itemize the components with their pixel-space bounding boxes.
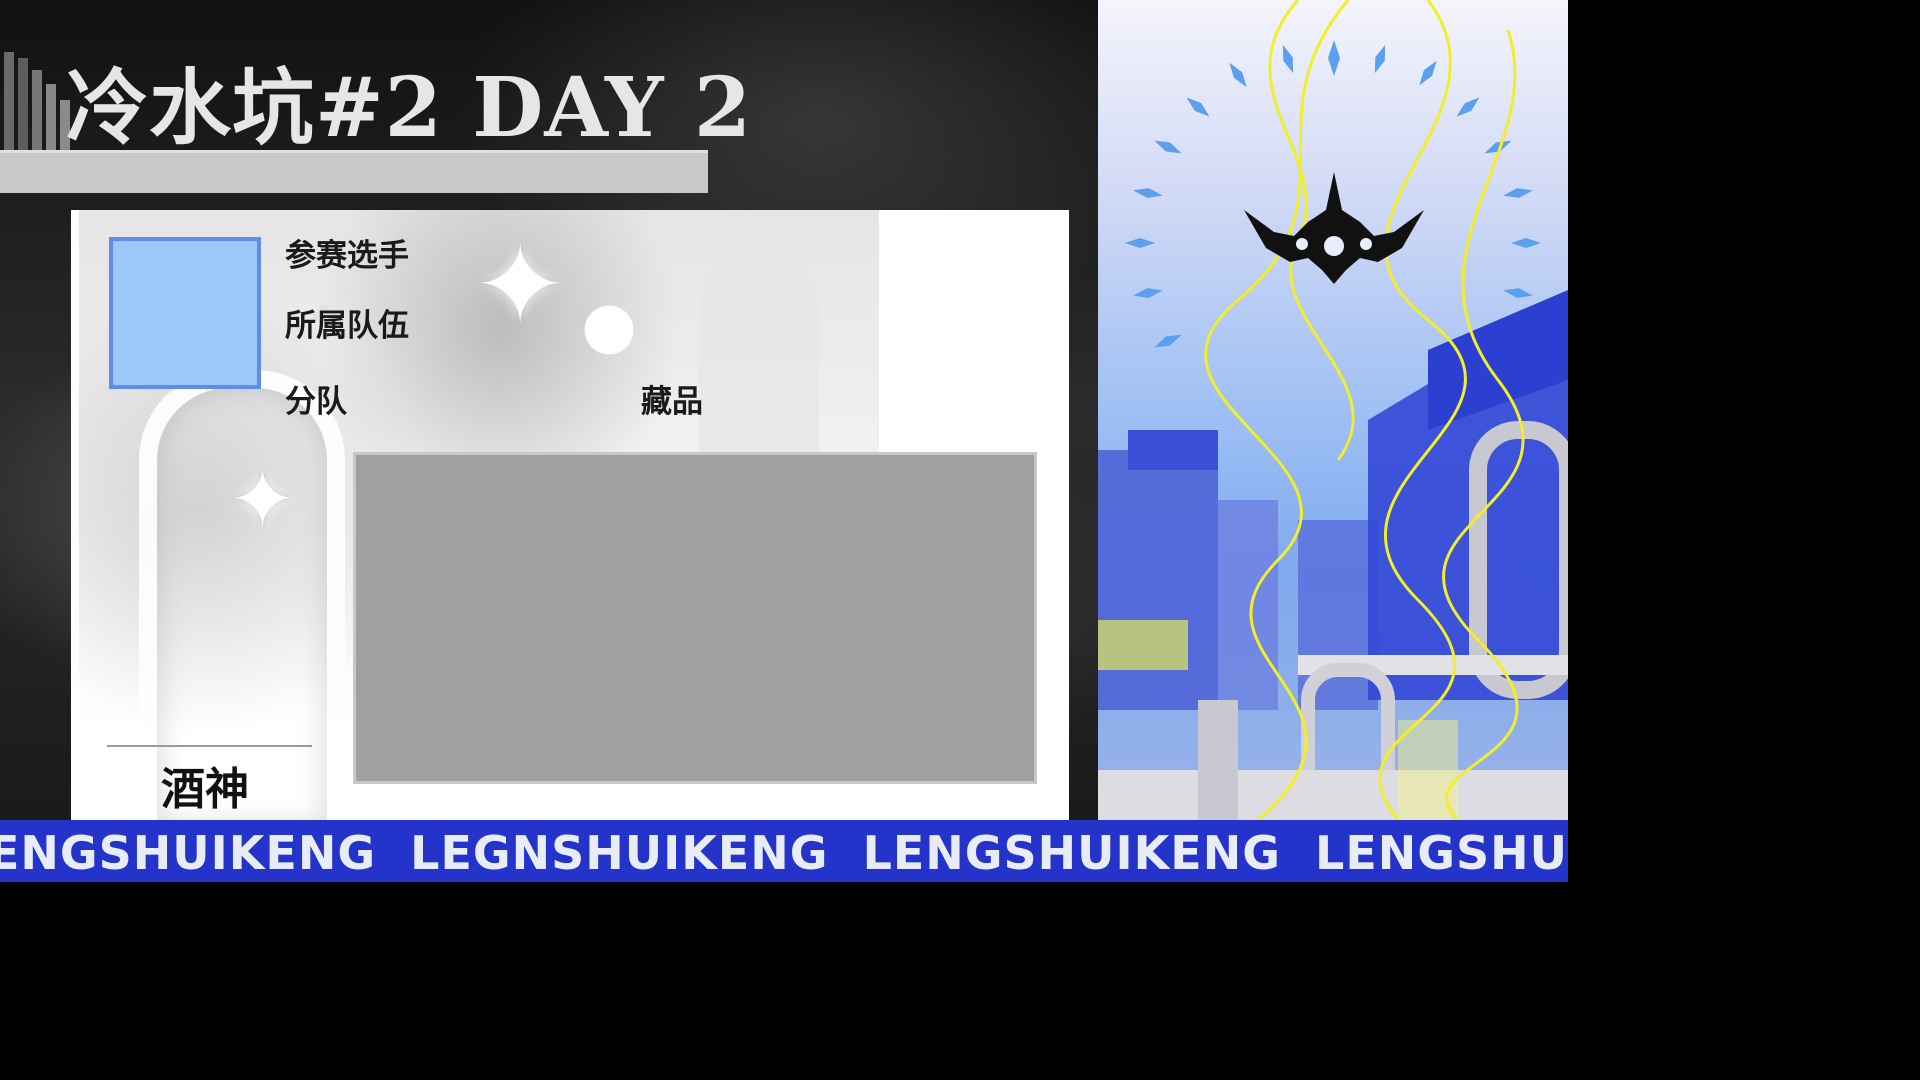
sparkle-icon [1374,44,1386,74]
poster-illustration [1098,0,1568,820]
avatar-placeholder [109,237,261,389]
team-label: 所属队伍 [285,308,409,344]
sparkle-icon [1154,334,1182,348]
sparkle-icon [1186,97,1210,117]
ticker-text: ENGSHUIKENG LEGNSHUIKENG LENGSHUIKENG LE… [0,826,1568,880]
sparkle-icon: ✦ [474,221,567,349]
title-underline-bar [0,150,708,193]
sparkle-icon [1456,97,1480,117]
sparkle-icon [1328,40,1340,76]
event-poster-art [1098,0,1568,820]
level-bar [32,70,42,150]
sparkle-icon [1133,288,1163,298]
name-divider [107,745,312,747]
sparkle-icon [1511,238,1541,248]
player-label: 参赛选手 [285,238,409,274]
player-name: 酒神 [161,764,249,815]
sparkle-icon [1282,44,1294,74]
player-card: ✦ ✦ ✧ 参赛选手 所属队伍 分队 藏品 酒神 [71,210,1069,820]
arch-decoration [699,250,819,460]
level-bar [18,58,28,150]
sparkle-icon [1229,62,1247,88]
page-title: 冷水坑#2 DAY 2 [66,60,753,156]
sparkle-icon [1503,288,1533,298]
sparkle-icon [1419,60,1437,86]
squad-label: 分队 [285,384,347,420]
sparkle-icon [1503,188,1533,198]
collection-panel [353,452,1037,784]
collection-label: 藏品 [641,384,703,420]
scrolling-ticker-banner: ENGSHUIKENG LEGNSHUIKENG LENGSHUIKENG LE… [0,820,1568,882]
sparkle-icon [1133,188,1163,198]
sparkle-icon [1154,140,1182,154]
level-bar [4,52,14,150]
city-blocks [1098,290,1568,820]
sparkle-icon: ✦ [229,453,297,546]
level-bar [46,84,56,150]
sparkle-icon [1125,238,1155,248]
